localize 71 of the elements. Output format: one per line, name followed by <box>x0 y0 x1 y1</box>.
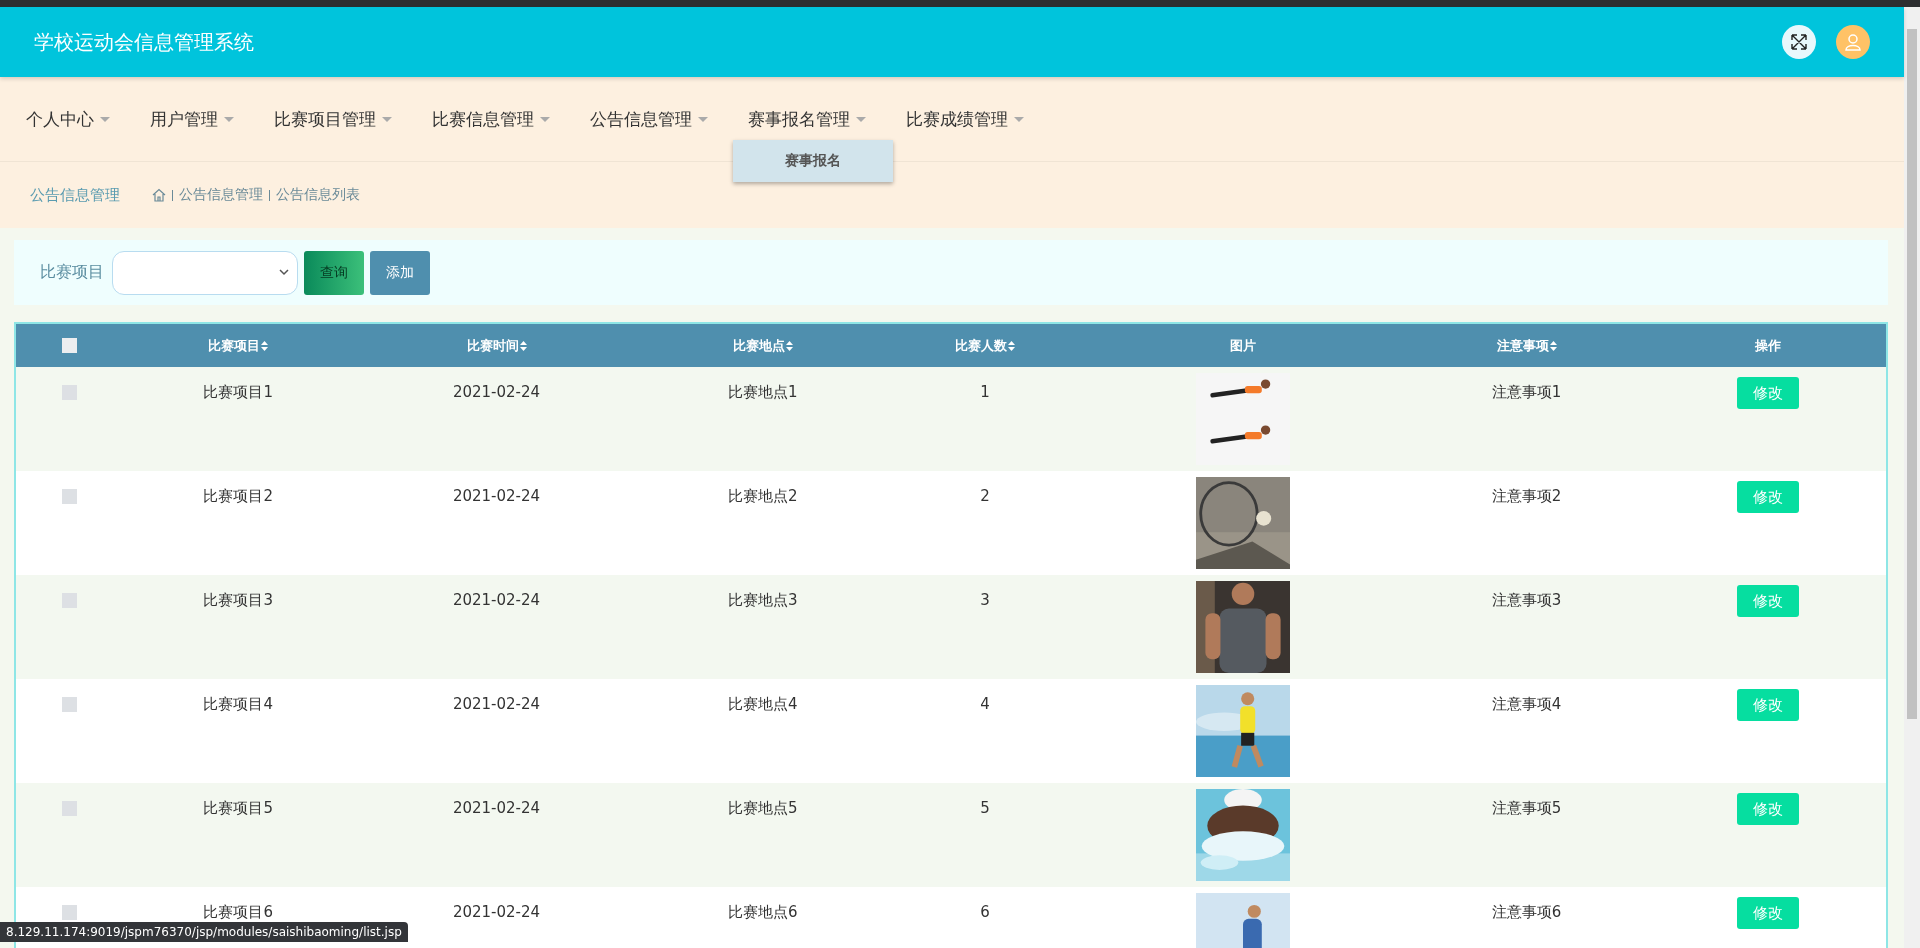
table-cell: 注意事项3 <box>1491 591 1562 609</box>
column-header[interactable]: 比赛地点 <box>638 336 887 355</box>
page-title: 公告信息管理 <box>30 185 120 205</box>
column-header[interactable]: 比赛时间 <box>354 336 639 355</box>
app-title: 学校运动会信息管理系统 <box>34 28 255 56</box>
table-cell: 注意事项5 <box>1491 799 1562 817</box>
column-header: 图片 <box>1229 336 1258 355</box>
table-cell: 比赛地点1 <box>728 383 798 401</box>
table-cell: 3 <box>980 591 990 609</box>
chevron-down-icon <box>279 269 289 276</box>
table-cell: 比赛项目4 <box>203 695 273 713</box>
table-cell: 2021-02-24 <box>452 903 541 921</box>
table-cell: 比赛地点4 <box>728 695 798 713</box>
filter-label: 比赛项目 <box>40 262 104 283</box>
nav-menu-item[interactable]: 比赛项目管理 <box>274 107 392 131</box>
sort-icon[interactable] <box>1549 340 1557 351</box>
status-url: 8.129.11.174:9019/jspm76370/jsp/modules/saishibaoming/list.jsp <box>0 922 408 942</box>
table-cell: 比赛项目6 <box>203 903 273 921</box>
nav-menu-item[interactable]: 赛事报名管理 <box>748 107 866 131</box>
column-header: 操作 <box>1753 336 1782 355</box>
column-header[interactable]: 比赛人数 <box>886 336 1084 355</box>
sort-icon[interactable] <box>785 340 793 351</box>
breadcrumb-link[interactable]: 公告信息管理 <box>179 186 263 204</box>
nav-menu-item[interactable]: 用户管理 <box>150 107 234 131</box>
table-cell: 比赛地点3 <box>728 591 798 609</box>
table-cell: 2 <box>980 487 990 505</box>
checkbox[interactable] <box>61 801 77 816</box>
checkbox[interactable] <box>61 905 77 920</box>
table-cell: 比赛项目3 <box>203 591 273 609</box>
table-cell: 比赛地点5 <box>728 799 798 817</box>
table-cell: 比赛地点2 <box>728 487 798 505</box>
nav-menu-item[interactable]: 比赛成绩管理 <box>906 107 1024 131</box>
column-header[interactable]: 注意事项 <box>1403 336 1650 355</box>
dropdown-item[interactable]: 赛事报名 <box>733 139 893 182</box>
table-cell: 2021-02-24 <box>452 695 541 713</box>
table-cell: 注意事项2 <box>1491 487 1562 505</box>
search-button[interactable]: 查询 <box>304 250 364 295</box>
table-cell: 注意事项1 <box>1491 383 1562 401</box>
home-icon[interactable] <box>152 188 166 202</box>
table-cell: 2021-02-24 <box>452 799 541 817</box>
checkbox[interactable] <box>61 697 77 712</box>
checkbox[interactable] <box>61 338 77 353</box>
table-cell: 2021-02-24 <box>452 591 541 609</box>
table-cell: 4 <box>980 695 990 713</box>
table-cell: 1 <box>980 383 990 401</box>
table-cell: 2021-02-24 <box>452 487 541 505</box>
column-header[interactable]: 比赛项目 <box>122 336 355 355</box>
add-button[interactable]: 添加 <box>370 250 430 295</box>
user-icon[interactable] <box>1836 25 1870 59</box>
sort-icon[interactable] <box>519 340 527 351</box>
sort-icon[interactable] <box>261 340 269 351</box>
sort-icon[interactable] <box>1008 340 1016 351</box>
checkbox[interactable] <box>61 385 77 400</box>
table-cell: 注意事项4 <box>1491 695 1562 713</box>
checkbox[interactable] <box>61 593 77 608</box>
table-cell: 6 <box>980 903 990 921</box>
table-cell: 比赛项目5 <box>203 799 273 817</box>
table-cell: 比赛地点6 <box>728 903 798 921</box>
table-cell: 2021-02-24 <box>452 383 541 401</box>
select-field[interactable] <box>112 250 298 295</box>
nav-menu-item[interactable]: 公告信息管理 <box>590 107 708 131</box>
table-cell: 比赛项目1 <box>203 383 273 401</box>
nav-menu-item[interactable]: 比赛信息管理 <box>432 107 550 131</box>
breadcrumb-link[interactable]: 公告信息列表 <box>276 186 360 204</box>
fullscreen-icon[interactable] <box>1782 25 1816 59</box>
table-cell: 注意事项6 <box>1491 903 1562 921</box>
checkbox[interactable] <box>61 489 77 504</box>
table-cell: 比赛项目2 <box>203 487 273 505</box>
scrollbar[interactable] <box>1904 7 1920 948</box>
nav-menu-item[interactable]: 个人中心 <box>26 107 110 131</box>
table-cell: 5 <box>980 799 990 817</box>
